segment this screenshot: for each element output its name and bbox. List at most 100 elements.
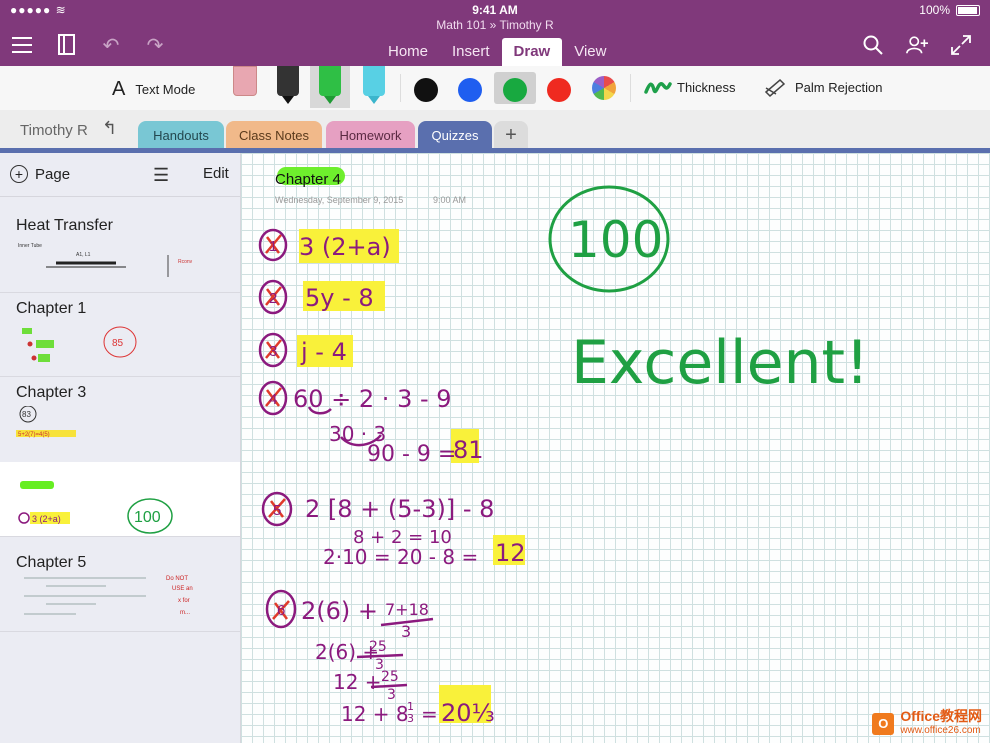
svg-text:85: 85 [112, 338, 124, 349]
teacher-comment: Excellent! [571, 328, 869, 398]
thickness-icon[interactable] [644, 80, 672, 96]
notebook-breadcrumb: Math 101 » Timothy R [0, 18, 990, 32]
svg-text:m...: m... [180, 610, 190, 616]
score-value: 100 [568, 211, 663, 269]
edit-button[interactable]: Edit [203, 165, 229, 182]
tab-view[interactable]: View [562, 38, 618, 69]
status-time: 9:41 AM [0, 3, 990, 17]
page-list-sidebar: + Page ☰ Edit Heat Transfer Inner Tube A… [0, 153, 241, 743]
section-tab-quizzes[interactable]: Quizzes [418, 121, 492, 150]
black-pen-tool[interactable] [268, 66, 308, 108]
back-arrow-icon[interactable]: ↰ [102, 118, 117, 139]
problem-expression: 3 (2+a) [299, 233, 391, 261]
page-item-chapter-3[interactable]: Chapter 3 83 5+2(7)=4(5) [0, 376, 240, 463]
section-tab-class-notes[interactable]: Class Notes [226, 121, 322, 150]
fraction-numerator: 25 [381, 669, 399, 685]
page-title: Chapter 3 [16, 384, 86, 402]
page-title: Chapter 5 [16, 554, 86, 572]
work-step: 2·10 = 20 - 8 = [323, 545, 478, 569]
work-step: 12 + [333, 670, 382, 694]
text-mode-button[interactable]: A Text Mode [112, 78, 195, 101]
page-item-chapter-1[interactable]: Chapter 1 85 [0, 292, 240, 377]
sidebar-header: + Page ☰ Edit [0, 153, 240, 197]
share-add-person-icon[interactable] [906, 34, 928, 56]
page-item-chapter-4[interactable]: 3 (2+a) 100 [0, 462, 240, 537]
ribbon-tabs: Home Insert Draw View [376, 38, 618, 69]
ink-layer: 1 2 3 4 5 6 3 (2+a) 5y - 8 j - 4 60 ÷ 2 … [241, 153, 990, 743]
fraction-denominator: 3 [387, 687, 396, 703]
problem-expression: 2 [8 + (5-3)] - 8 [305, 495, 494, 523]
color-red-swatch[interactable] [547, 78, 571, 102]
office-logo-icon: O [872, 713, 894, 735]
watermark-title: Office教程网 [900, 708, 982, 724]
page-thumbnail: Inner Tube A1, L1 Rconv [16, 241, 216, 285]
palm-rejection-icon[interactable] [764, 78, 786, 98]
problem-expression: 5y - 8 [305, 284, 374, 312]
watermark: O Office教程网www.office26.com [872, 710, 982, 737]
green-highlighter-tool[interactable] [310, 66, 350, 108]
color-wheel-icon[interactable] [592, 76, 616, 100]
svg-text:Do NOT: Do NOT [166, 576, 188, 582]
problem-number: 1 [269, 238, 277, 255]
page-item-heat-transfer[interactable]: Heat Transfer Inner Tube A1, L1 Rconv [0, 209, 240, 293]
draw-ribbon: A Text Mode Thickness Palm Rejection [0, 66, 990, 111]
palm-rejection-label[interactable]: Palm Rejection [795, 80, 882, 95]
svg-text:5+2(7)=4(5): 5+2(7)=4(5) [18, 432, 50, 438]
notebooks-icon[interactable] [56, 34, 78, 56]
add-page-button[interactable]: + Page [10, 165, 70, 183]
thickness-label[interactable]: Thickness [677, 80, 736, 95]
add-section-button[interactable]: + [494, 121, 528, 150]
section-tab-handouts[interactable]: Handouts [138, 121, 224, 150]
tab-draw[interactable]: Draw [502, 38, 563, 69]
tab-home[interactable]: Home [376, 38, 440, 69]
page-title: Heat Transfer [16, 217, 113, 235]
answer: 81 [453, 436, 484, 464]
problem-number: 3 [269, 343, 277, 360]
search-icon[interactable] [862, 34, 884, 56]
note-canvas[interactable]: Chapter 4 Wednesday, September 9, 2015 9… [241, 153, 990, 743]
cyan-highlighter-tool[interactable] [354, 66, 394, 108]
color-green-swatch[interactable] [503, 78, 527, 102]
problem-expression: j - 4 [300, 338, 347, 366]
eraser-tool[interactable] [224, 66, 264, 108]
undo-icon[interactable]: ↶ [100, 34, 122, 56]
work-step: 12 + 8 [341, 702, 409, 726]
svg-text:100: 100 [134, 509, 161, 526]
fullscreen-icon[interactable] [950, 34, 972, 56]
svg-text:Rconv: Rconv [178, 259, 193, 265]
problem-expression: 60 ÷ 2 · 3 - 9 [293, 385, 452, 413]
list-icon[interactable]: ☰ [153, 165, 169, 186]
fraction-numerator: 7+18 [385, 600, 429, 619]
problem-number: 4 [269, 391, 277, 408]
answer: 20⅓ [441, 699, 495, 727]
menu-icon[interactable] [12, 34, 34, 56]
svg-text:3 (2+a): 3 (2+a) [32, 514, 61, 524]
fraction-numerator: 25 [369, 639, 387, 655]
battery-percent: 100% [919, 3, 950, 17]
svg-text:Inner Tube: Inner Tube [18, 243, 42, 249]
answer: 12 [495, 539, 526, 567]
ribbon-divider [400, 74, 401, 102]
svg-text:83: 83 [22, 410, 31, 419]
title-bar: ●●●●● ≋ 9:41 AM 100% Math 101 » Timothy … [0, 0, 990, 66]
battery-icon [956, 5, 980, 16]
svg-text:USE an: USE an [172, 586, 193, 592]
problem-number: 6 [277, 602, 285, 619]
tab-insert[interactable]: Insert [440, 38, 502, 69]
add-circle-icon: + [10, 165, 28, 183]
add-page-label: Page [35, 166, 70, 183]
text-mode-label: Text Mode [135, 82, 195, 97]
svg-text:x for: x for [178, 598, 190, 604]
redo-icon[interactable]: ↷ [144, 34, 166, 56]
page-thumbnail: Do NOT USE an x for m... [16, 574, 226, 626]
status-bar: ●●●●● ≋ 9:41 AM 100% [0, 3, 990, 19]
color-black-swatch[interactable] [414, 78, 438, 102]
color-blue-swatch[interactable] [458, 78, 482, 102]
section-tab-row: Timothy R ↰ Handouts Class Notes Homewor… [0, 110, 990, 150]
notebook-owner[interactable]: Timothy R [20, 122, 88, 139]
work-step: 90 - 9 = [367, 442, 456, 467]
fraction-denominator: 3 [407, 712, 414, 725]
work-step: = [421, 702, 438, 726]
section-tab-homework[interactable]: Homework [326, 121, 415, 150]
page-item-chapter-5[interactable]: Chapter 5 Do NOT USE an x for m... [0, 546, 240, 632]
